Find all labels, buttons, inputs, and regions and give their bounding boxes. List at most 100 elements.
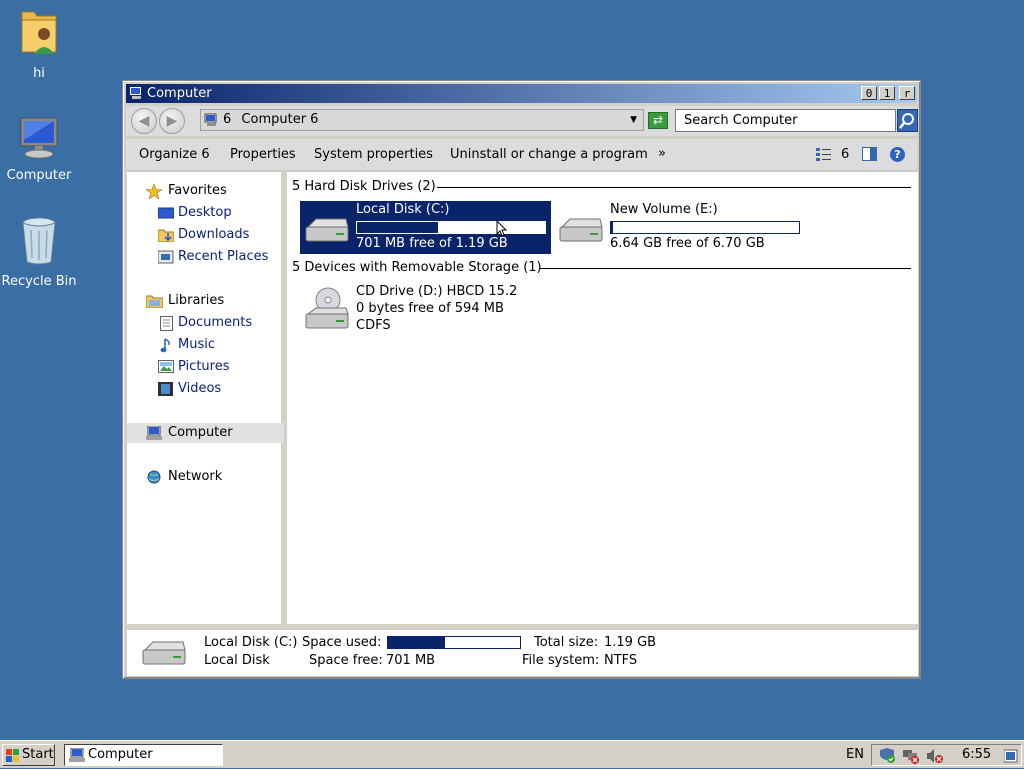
nav-favorites[interactable]: Favorites [127, 181, 284, 201]
hard-drive-icon [304, 217, 350, 249]
more-commands-button[interactable]: » [658, 146, 666, 161]
search-button[interactable] [897, 109, 918, 132]
nav-libraries-label: Libraries [168, 293, 225, 308]
nav-network[interactable]: Network [127, 467, 284, 487]
hard-drive-icon [141, 640, 187, 674]
details-usage-fill [388, 637, 445, 648]
desktop-icon-label: hi [33, 66, 45, 81]
desktop-icon-recycle-bin[interactable]: Recycle Bin [0, 216, 78, 289]
start-label: Start [22, 747, 54, 762]
nav-recent-places[interactable]: Recent Places [127, 247, 284, 267]
drive-name: Local Disk (C:) [356, 202, 450, 217]
details-usage-bar [387, 636, 521, 649]
drive-free-space: 701 MB free of 1.19 GB [356, 236, 508, 251]
content-pane: 5 Hard Disk Drives (2) Local Disk (C:) 7… [287, 172, 918, 624]
videos-icon [158, 382, 173, 403]
minimize-button[interactable]: 0 [861, 86, 877, 100]
details-pane: Local Disk (C:) Local Disk Space used: S… [127, 627, 918, 676]
nav-desktop-label: Desktop [178, 205, 232, 220]
nav-downloads[interactable]: Downloads [127, 225, 284, 245]
nav-videos[interactable]: Videos [127, 379, 284, 399]
taskbar: Start Computer EN 6:55 [0, 740, 1024, 768]
search-input[interactable]: Search Computer [675, 109, 896, 132]
nav-favorites-label: Favorites [168, 183, 227, 198]
details-space-free-value: 701 MB [386, 653, 436, 668]
nav-computer-label: Computer [168, 425, 233, 440]
drive-c[interactable]: Local Disk (C:) 701 MB free of 1.19 GB [300, 201, 551, 254]
refresh-button[interactable]: ⇄ [648, 112, 668, 129]
search-icon [898, 113, 917, 135]
chevron-down-icon[interactable]: ▼ [630, 110, 637, 130]
drive-usage-fill [357, 222, 438, 233]
user-folder-icon [0, 6, 78, 62]
drive-file-system: CDFS [356, 318, 391, 333]
nav-computer[interactable]: Computer [127, 423, 284, 443]
details-file-system-label: File system: [522, 653, 600, 668]
security-shield-icon[interactable] [878, 748, 896, 768]
title-bar[interactable]: Computer 0 1 r [126, 84, 917, 103]
downloads-folder-icon [157, 228, 175, 249]
maximize-button[interactable]: 1 [879, 86, 895, 100]
nav-desktop[interactable]: Desktop [127, 203, 284, 223]
computer-icon [204, 113, 219, 134]
nav-music[interactable]: Music [127, 335, 284, 355]
pictures-icon [158, 360, 174, 380]
view-options-icon[interactable] [815, 147, 833, 166]
desktop-icon-computer[interactable]: Computer [0, 116, 78, 183]
mouse-cursor-icon [496, 219, 508, 241]
nav-libraries[interactable]: Libraries [127, 291, 284, 311]
nav-documents[interactable]: Documents [127, 313, 284, 333]
recent-places-icon [157, 250, 174, 271]
desktop-icon [157, 206, 175, 227]
drive-usage-fill [611, 222, 613, 233]
back-arrow-icon: ◀ [138, 113, 150, 129]
language-indicator[interactable]: EN [846, 747, 864, 762]
address-row: ◀ ▶ 6 Computer 6 ▼ ⇄ Search Computer [126, 106, 918, 136]
drive-free-space: 6.64 GB free of 6.70 GB [610, 236, 765, 251]
navigation-pane: Favorites Desktop Downloads Recent Place… [127, 172, 284, 624]
details-file-system-value: NTFS [604, 653, 638, 668]
drive-e[interactable]: New Volume (E:) 6.64 GB free of 6.70 GB [554, 201, 814, 254]
group-header-hard-disks[interactable]: 5 Hard Disk Drives (2) [292, 179, 436, 195]
refresh-icon: ⇄ [652, 113, 664, 127]
forward-button[interactable]: ▶ [159, 108, 185, 134]
network-disconnected-icon[interactable] [902, 748, 920, 768]
back-button[interactable]: ◀ [131, 108, 157, 134]
details-total-size-value: 1.19 GB [604, 635, 657, 650]
details-drive-name: Local Disk (C:) [204, 635, 298, 650]
properties-button[interactable]: Properties [230, 147, 296, 162]
preview-pane-icon[interactable] [862, 147, 877, 161]
drive-usage-bar [356, 221, 546, 234]
nav-network-label: Network [168, 469, 223, 484]
command-bar: Organize 6 Properties System properties … [126, 139, 917, 171]
drive-d[interactable]: CD Drive (D:) HBCD 15.2 0 bytes free of … [300, 282, 551, 338]
uninstall-program-button[interactable]: Uninstall or change a program [450, 147, 648, 162]
address-bar[interactable]: 6 Computer 6 ▼ [200, 109, 644, 131]
group-header-removable[interactable]: 5 Devices with Removable Storage (1) [292, 260, 542, 276]
views-dropdown[interactable]: 6 [841, 147, 849, 162]
nav-pictures[interactable]: Pictures [127, 357, 284, 377]
organize-button[interactable]: Organize 6 [139, 147, 210, 162]
clock[interactable]: 6:55 [962, 747, 991, 762]
libraries-icon [145, 294, 164, 315]
close-button[interactable]: r [899, 86, 915, 100]
nav-downloads-label: Downloads [178, 227, 250, 242]
nav-recent-places-label: Recent Places [178, 249, 269, 264]
address-path: Computer 6 [241, 112, 319, 127]
drive-usage-bar [610, 221, 800, 234]
computer-icon [0, 116, 78, 164]
explorer-window: Computer 0 1 r ◀ ▶ 6 Computer 6 ▼ ⇄ Sear… [122, 80, 921, 679]
start-button[interactable]: Start [2, 744, 55, 766]
taskbar-item-label: Computer [88, 747, 153, 762]
nav-music-label: Music [178, 337, 215, 352]
group-divider [437, 187, 911, 188]
volume-muted-icon[interactable] [926, 748, 944, 768]
show-desktop-icon[interactable] [1003, 748, 1018, 768]
system-properties-button[interactable]: System properties [314, 147, 433, 162]
desktop-icon-user-folder[interactable]: hi [0, 6, 78, 81]
window-title: Computer [147, 86, 212, 101]
taskbar-item-computer[interactable]: Computer [64, 744, 223, 766]
details-space-free-label: Space free: [309, 653, 383, 668]
help-icon[interactable]: ? [890, 147, 905, 162]
group-divider [540, 268, 911, 269]
